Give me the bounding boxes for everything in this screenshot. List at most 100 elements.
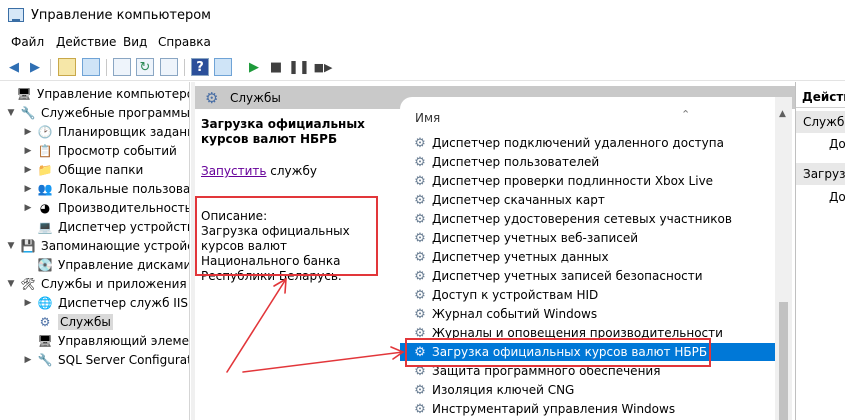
service-row[interactable]: ⚙ Диспетчер пользователей [400, 153, 775, 171]
service-row[interactable]: ⚙ Изоляция ключей CNG [400, 381, 775, 399]
collapse-chevron-icon[interactable]: ▼ [6, 241, 16, 251]
tree-item-label: Служебные программы [41, 105, 190, 120]
users-icon: 👥 [37, 181, 53, 196]
expand-chevron-icon[interactable]: ▶ [23, 298, 33, 308]
service-row[interactable]: ⚙ Доступ к устройствам HID [400, 286, 775, 304]
scrollbar-thumb[interactable] [779, 302, 788, 420]
services-header-title: Службы [230, 91, 281, 105]
tree-item-shared-folders[interactable]: ▶ 📁 Общие папки [23, 160, 144, 179]
gear-icon: ⚙ [414, 230, 426, 246]
tree-item-sql-server-config[interactable]: ▶ 🔧 SQL Server Configuratic [23, 350, 189, 369]
refresh-icon[interactable]: ↻ [136, 58, 154, 76]
service-name: Журнал событий Windows [432, 307, 598, 321]
collapse-chevron-icon[interactable]: ▼ [6, 108, 16, 118]
collapse-chevron-icon[interactable]: ▼ [6, 279, 16, 289]
actions-group-services[interactable]: Служб [796, 111, 845, 133]
start-service-link[interactable]: Запустить [201, 164, 266, 178]
pause-service-icon[interactable]: ❚❚ [288, 58, 310, 76]
computer-management-icon: 🖥 [16, 86, 32, 101]
service-row[interactable]: ⚙ Диспетчер скачанных карт [400, 191, 775, 209]
actions-more-selected[interactable]: Дог [829, 190, 845, 204]
service-name: Диспетчер скачанных карт [432, 193, 605, 207]
actions-group-selected-service[interactable]: Загрузк [796, 163, 845, 185]
up-folder-icon[interactable] [58, 58, 76, 76]
sql-server-icon: 🔧 [37, 352, 53, 367]
stop-service-icon[interactable]: ■ [267, 58, 285, 76]
expand-chevron-icon[interactable]: ▶ [23, 165, 33, 175]
tree-item-storage[interactable]: ▼ 💾 Запоминающие устройст [6, 236, 190, 255]
gear-icon: ⚙ [414, 382, 426, 398]
menu-help[interactable]: Справка [158, 35, 211, 49]
properties-icon[interactable] [113, 58, 131, 76]
tree-item-task-scheduler[interactable]: ▶ 🕑 Планировщик заданий [23, 122, 189, 141]
actions-more-services[interactable]: Дог [829, 137, 845, 151]
tree-item-services-apps[interactable]: ▼ 🛠 Службы и приложения [6, 274, 187, 293]
actions-pane: Действ Служб Дог Загрузк Дог [795, 82, 845, 420]
service-row[interactable]: ⚙ Диспетчер учетных записей безопасности [400, 267, 775, 285]
service-name: Диспетчер учетных записей безопасности [432, 269, 703, 283]
toolbar-separator [50, 59, 51, 76]
tree-item-label: Службы и приложения [41, 276, 187, 291]
start-service-icon[interactable]: ▶ [245, 58, 263, 76]
service-name: Инструментарий управления Windows [432, 402, 676, 416]
service-row[interactable]: ⚙ Инструментарий управления Windows [400, 400, 775, 418]
tree-item-label: Производительность [58, 200, 190, 215]
tree-item-label: Диспетчер служб IIS [58, 295, 188, 310]
expand-chevron-icon[interactable]: ▶ [23, 184, 33, 194]
services-apps-icon: 🛠 [20, 276, 36, 291]
tree-item-services[interactable]: ⚙ Службы [23, 312, 113, 331]
tree-item-wmi-control[interactable]: 🖥 Управляющий элемен [23, 331, 189, 350]
service-row[interactable]: ⚙ Диспетчер учетных веб-записей [400, 229, 775, 247]
performance-icon: ◕ [39, 200, 51, 215]
service-name: Диспетчер подключений удаленного доступа [432, 136, 724, 150]
disk-icon: 💽 [37, 257, 53, 272]
tree-item-event-viewer[interactable]: ▶ 📋 Просмотр событий [23, 141, 177, 160]
service-row[interactable]: ⚙ Диспетчер удостоверения сетевых участни… [400, 210, 775, 228]
menu-bar: Файл Действие Вид Справка [0, 31, 845, 53]
tree-item-label: Запоминающие устройст [41, 238, 190, 253]
computer-management-icon [8, 8, 24, 22]
services-list: Имя ⌃ ⚙ Диспетчер подключений удаленного … [400, 97, 775, 420]
gear-icon: ⚙ [205, 89, 219, 107]
tree-item-system-tools[interactable]: ▼ 🔧 Служебные программы [6, 103, 190, 122]
storage-icon: 💾 [20, 238, 36, 253]
restart-service-icon[interactable]: ■▶ [314, 58, 333, 76]
tree-item-performance[interactable]: ▶ ◕ Производительность [23, 198, 190, 217]
column-header-name[interactable]: Имя [415, 111, 440, 125]
tree-item-label: Локальные пользовате [58, 181, 190, 196]
expand-chevron-icon[interactable]: ▶ [23, 355, 33, 365]
show-hide-tree-icon[interactable] [82, 58, 100, 76]
selected-row-highlight-box [405, 338, 711, 367]
scroll-up-arrow-icon[interactable]: ▲ [779, 109, 786, 119]
tree-item-iis-manager[interactable]: ▶ 🌐 Диспетчер служб IIS [23, 293, 188, 312]
tree-item-device-manager[interactable]: 💻 Диспетчер устройств [23, 217, 189, 236]
menu-view[interactable]: Вид [123, 35, 147, 49]
tree-item-computer-management[interactable]: 🖥 Управление компьютером (л [2, 84, 189, 103]
tree-item-local-users[interactable]: ▶ 👥 Локальные пользовате [23, 179, 190, 198]
tree-item-disk-management[interactable]: 💽 Управление дисками [23, 255, 189, 274]
service-name: Диспетчер учетных веб-записей [432, 231, 639, 245]
service-name: Диспетчер пользователей [432, 155, 600, 169]
expand-chevron-icon[interactable]: ▶ [23, 203, 33, 213]
help-icon[interactable]: ? [191, 58, 209, 76]
service-name: Доступ к устройствам HID [432, 288, 599, 302]
description-highlight-box [195, 196, 378, 276]
forward-arrow-icon[interactable]: ▶ [26, 58, 44, 76]
gear-icon: ⚙ [414, 306, 426, 322]
services-scrollbar[interactable]: ▲ [775, 97, 792, 420]
service-row[interactable]: ⚙ Диспетчер подключений удаленного доступ… [400, 134, 775, 152]
service-row[interactable]: ⚙ Диспетчер проверки подлинности Xbox Liv… [400, 172, 775, 190]
tree-item-label: Службы [58, 313, 113, 330]
back-arrow-icon[interactable]: ◀ [5, 58, 23, 76]
service-row[interactable]: ⚙ Диспетчер учетных данных [400, 248, 775, 266]
export-list-icon[interactable] [160, 58, 178, 76]
expand-chevron-icon[interactable]: ▶ [23, 127, 33, 137]
start-service-suffix: службу [266, 164, 317, 178]
tools-icon: 🔧 [20, 105, 36, 120]
menu-action[interactable]: Действие [56, 35, 116, 49]
menu-file[interactable]: Файл [11, 35, 44, 49]
gear-icon: ⚙ [414, 154, 426, 170]
expand-chevron-icon[interactable]: ▶ [23, 146, 33, 156]
show-hide-action-pane-icon[interactable] [214, 58, 232, 76]
service-row[interactable]: ⚙ Журнал событий Windows [400, 305, 775, 323]
